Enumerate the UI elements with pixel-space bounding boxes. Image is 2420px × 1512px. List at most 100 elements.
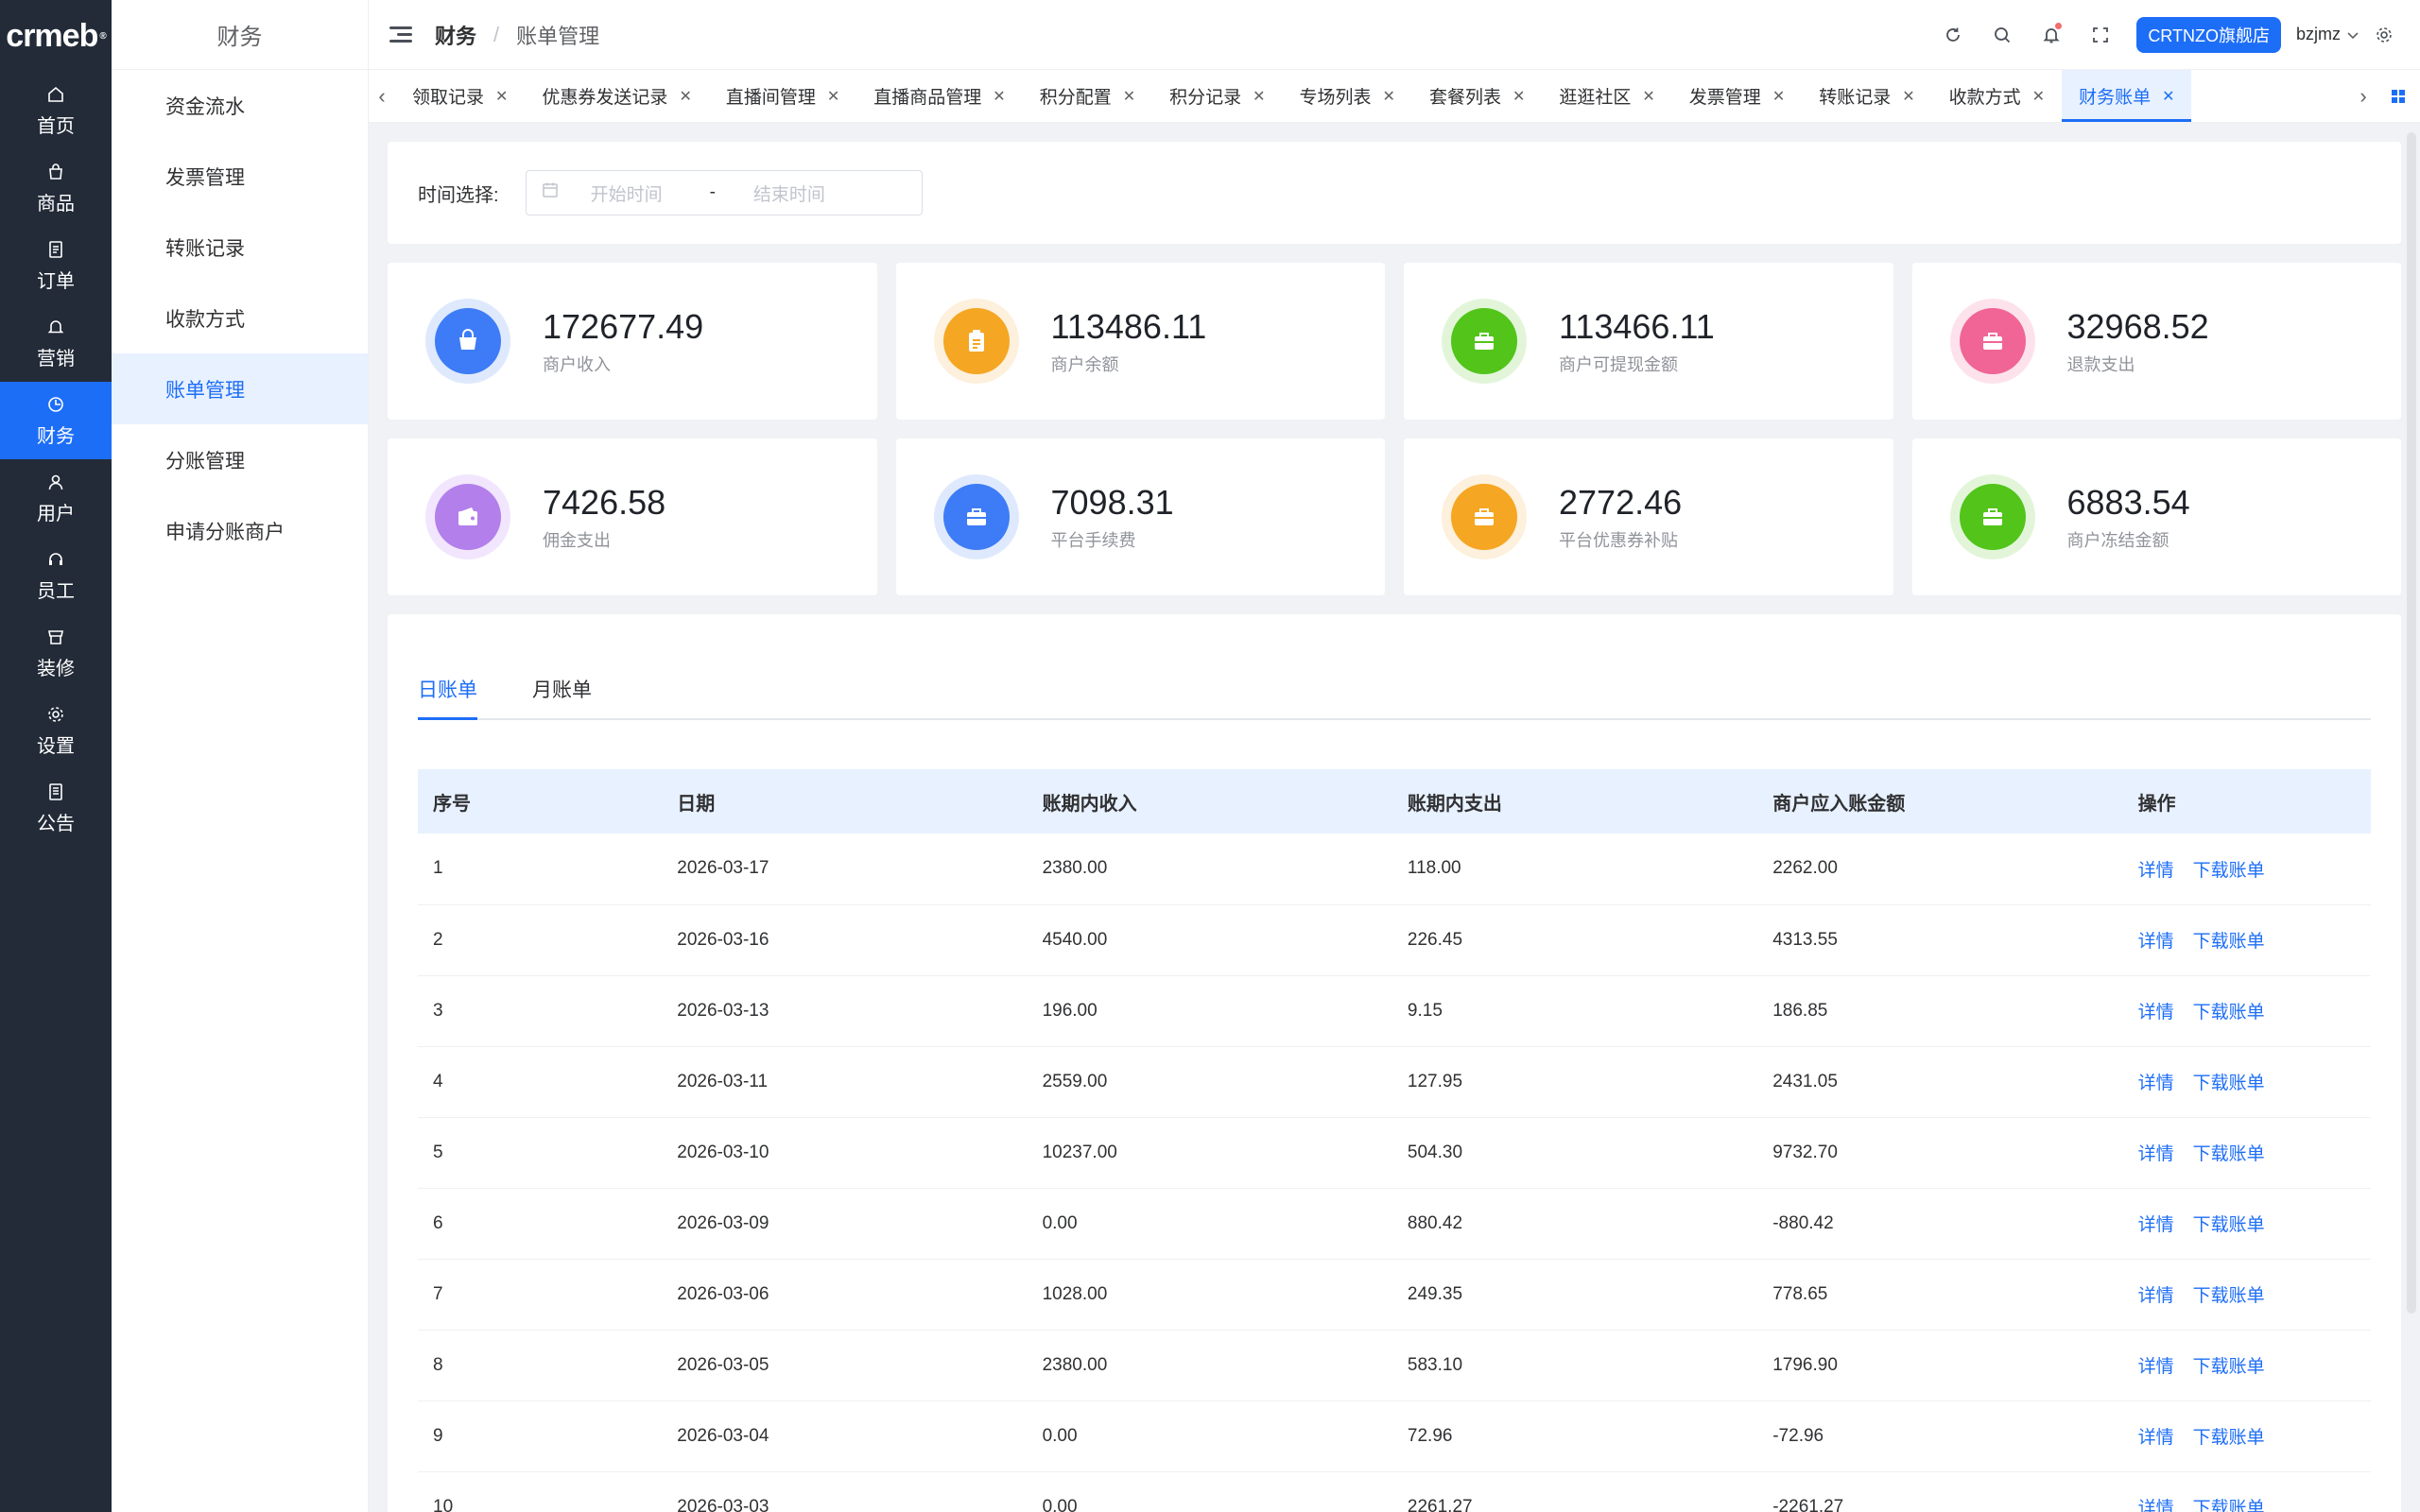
download-bill-link[interactable]: 下载账单: [2193, 1003, 2265, 1022]
calendar-icon: [542, 181, 559, 204]
cell-actions: 详情 下载账单: [2122, 1330, 2371, 1401]
close-tab-icon[interactable]: ✕: [1512, 87, 1525, 106]
close-tab-icon[interactable]: ✕: [495, 87, 508, 106]
user-menu[interactable]: bzjmz: [2296, 25, 2360, 44]
download-bill-link[interactable]: 下载账单: [2193, 932, 2265, 952]
main-nav-item[interactable]: 设置: [0, 692, 112, 769]
page-tab-label: 专场列表: [1299, 88, 1372, 108]
close-tab-icon[interactable]: ✕: [2162, 87, 2174, 106]
tab-monthly-bill[interactable]: 月账单: [532, 675, 592, 718]
detail-link[interactable]: 详情: [2138, 1215, 2174, 1235]
main-nav-item[interactable]: 订单: [0, 227, 112, 304]
table-row: 7 2026-03-06 1028.00 249.35 778.65 详情 下载账单: [418, 1259, 2371, 1331]
download-bill-link[interactable]: 下载账单: [2193, 1499, 2265, 1512]
page-tab[interactable]: 收款方式 ✕: [1932, 70, 2062, 122]
submenu-item[interactable]: 分账管理: [112, 424, 368, 495]
settings-gear-icon[interactable]: [2360, 10, 2409, 60]
page-tab[interactable]: 积分配置 ✕: [1023, 70, 1152, 122]
collapse-menu-icon[interactable]: [389, 26, 412, 43]
page-tab[interactable]: 发票管理 ✕: [1672, 70, 1802, 122]
detail-link[interactable]: 详情: [2138, 932, 2174, 952]
main-nav-item[interactable]: 财务: [0, 382, 112, 459]
cell-date: 2026-03-03: [662, 1471, 1028, 1512]
page-tab-label: 财务账单: [2079, 88, 2152, 108]
download-bill-link[interactable]: 下载账单: [2193, 1074, 2265, 1093]
cell-income: 2380.00: [1027, 833, 1392, 905]
page-tab[interactable]: 直播商品管理 ✕: [856, 70, 1022, 122]
download-bill-link[interactable]: 下载账单: [2193, 1357, 2265, 1377]
download-bill-link[interactable]: 下载账单: [2193, 1144, 2265, 1164]
detail-link[interactable]: 详情: [2138, 1286, 2174, 1306]
page-tab[interactable]: 直播间管理 ✕: [709, 70, 856, 122]
cell-income: 196.00: [1027, 975, 1392, 1047]
fullscreen-icon[interactable]: [2076, 10, 2125, 60]
main-nav-item[interactable]: 员工: [0, 537, 112, 614]
date-range-separator: -: [709, 182, 716, 202]
page-tab[interactable]: 专场列表 ✕: [1283, 70, 1412, 122]
close-tab-icon[interactable]: ✕: [1642, 87, 1654, 106]
download-bill-link[interactable]: 下载账单: [2193, 861, 2265, 881]
close-tab-icon[interactable]: ✕: [1253, 87, 1265, 106]
detail-link[interactable]: 详情: [2138, 1144, 2174, 1164]
detail-link[interactable]: 详情: [2138, 1003, 2174, 1022]
cell-date: 2026-03-10: [662, 1117, 1028, 1189]
download-bill-link[interactable]: 下载账单: [2193, 1428, 2265, 1448]
main-nav-item[interactable]: 公告: [0, 769, 112, 847]
start-date-input[interactable]: 开始时间: [591, 180, 663, 206]
close-tab-icon[interactable]: ✕: [1772, 87, 1785, 106]
page-tab[interactable]: 逛逛社区 ✕: [1542, 70, 1671, 122]
download-bill-link[interactable]: 下载账单: [2193, 1215, 2265, 1235]
col-income: 账期内收入: [1027, 769, 1392, 833]
shop-switch-button[interactable]: CRTNZO旗舰店: [2136, 16, 2281, 53]
search-icon[interactable]: [1978, 10, 2027, 60]
close-tab-icon[interactable]: ✕: [1902, 87, 1914, 106]
page-tab[interactable]: 积分记录 ✕: [1152, 70, 1282, 122]
submenu-title: 财务: [112, 0, 368, 70]
page-tab[interactable]: 套餐列表 ✕: [1412, 70, 1542, 122]
cell-index: 8: [418, 1330, 663, 1401]
bill-table: 序号 日期 账期内收入 账期内支出 商户应入账金额 操作 1 2026-03-17…: [418, 769, 2371, 1512]
submenu-item[interactable]: 资金流水: [112, 70, 368, 141]
date-range-picker[interactable]: 开始时间 - 结束时间: [525, 170, 923, 215]
download-bill-link[interactable]: 下载账单: [2193, 1286, 2265, 1306]
detail-link[interactable]: 详情: [2138, 1499, 2174, 1512]
submenu-item[interactable]: 转账记录: [112, 212, 368, 283]
page-tab[interactable]: 优惠券发送记录 ✕: [525, 70, 708, 122]
main-nav-item[interactable]: 装修: [0, 614, 112, 692]
tabs-scroll-right-icon[interactable]: ›: [2350, 70, 2377, 122]
tabs-scroll-left-icon[interactable]: ‹: [369, 70, 395, 122]
close-tab-icon[interactable]: ✕: [993, 87, 1005, 106]
submenu-item[interactable]: 申请分账商户: [112, 495, 368, 566]
detail-link[interactable]: 详情: [2138, 1357, 2174, 1377]
close-tab-icon[interactable]: ✕: [827, 87, 839, 106]
page-tab[interactable]: 转账记录 ✕: [1802, 70, 1931, 122]
tabs-grid-icon[interactable]: [2377, 70, 2420, 122]
detail-link[interactable]: 详情: [2138, 1074, 2174, 1093]
page-tab[interactable]: 领取记录 ✕: [395, 70, 525, 122]
main-nav-item[interactable]: 商品: [0, 149, 112, 227]
end-date-input[interactable]: 结束时间: [753, 180, 825, 206]
refresh-icon[interactable]: [1928, 10, 1978, 60]
tab-daily-bill[interactable]: 日账单: [418, 675, 477, 720]
breadcrumb-item-finance[interactable]: 财务: [435, 20, 476, 50]
logo[interactable]: crmeb ®: [0, 0, 112, 72]
cell-income: 2380.00: [1027, 1330, 1392, 1401]
notification-bell-icon[interactable]: [2027, 10, 2076, 60]
close-tab-icon[interactable]: ✕: [1123, 87, 1135, 106]
close-tab-icon[interactable]: ✕: [679, 87, 691, 106]
main-nav-label: 订单: [37, 270, 75, 292]
main-nav-item[interactable]: 首页: [0, 72, 112, 149]
main-nav-item[interactable]: 营销: [0, 304, 112, 382]
close-tab-icon[interactable]: ✕: [1383, 87, 1395, 106]
close-tab-icon[interactable]: ✕: [2032, 87, 2045, 106]
page-scrollbar[interactable]: [2407, 132, 2416, 1314]
detail-link[interactable]: 详情: [2138, 861, 2174, 881]
stat-label: 商户余额: [1050, 354, 1119, 374]
main-nav-item[interactable]: 用户: [0, 459, 112, 537]
page-tab[interactable]: 财务账单 ✕: [2062, 70, 2192, 122]
detail-link[interactable]: 详情: [2138, 1428, 2174, 1448]
submenu-item[interactable]: 账单管理: [112, 353, 368, 424]
table-header-row: 序号 日期 账期内收入 账期内支出 商户应入账金额 操作: [418, 769, 2371, 833]
submenu-item[interactable]: 收款方式: [112, 283, 368, 353]
submenu-item[interactable]: 发票管理: [112, 141, 368, 212]
